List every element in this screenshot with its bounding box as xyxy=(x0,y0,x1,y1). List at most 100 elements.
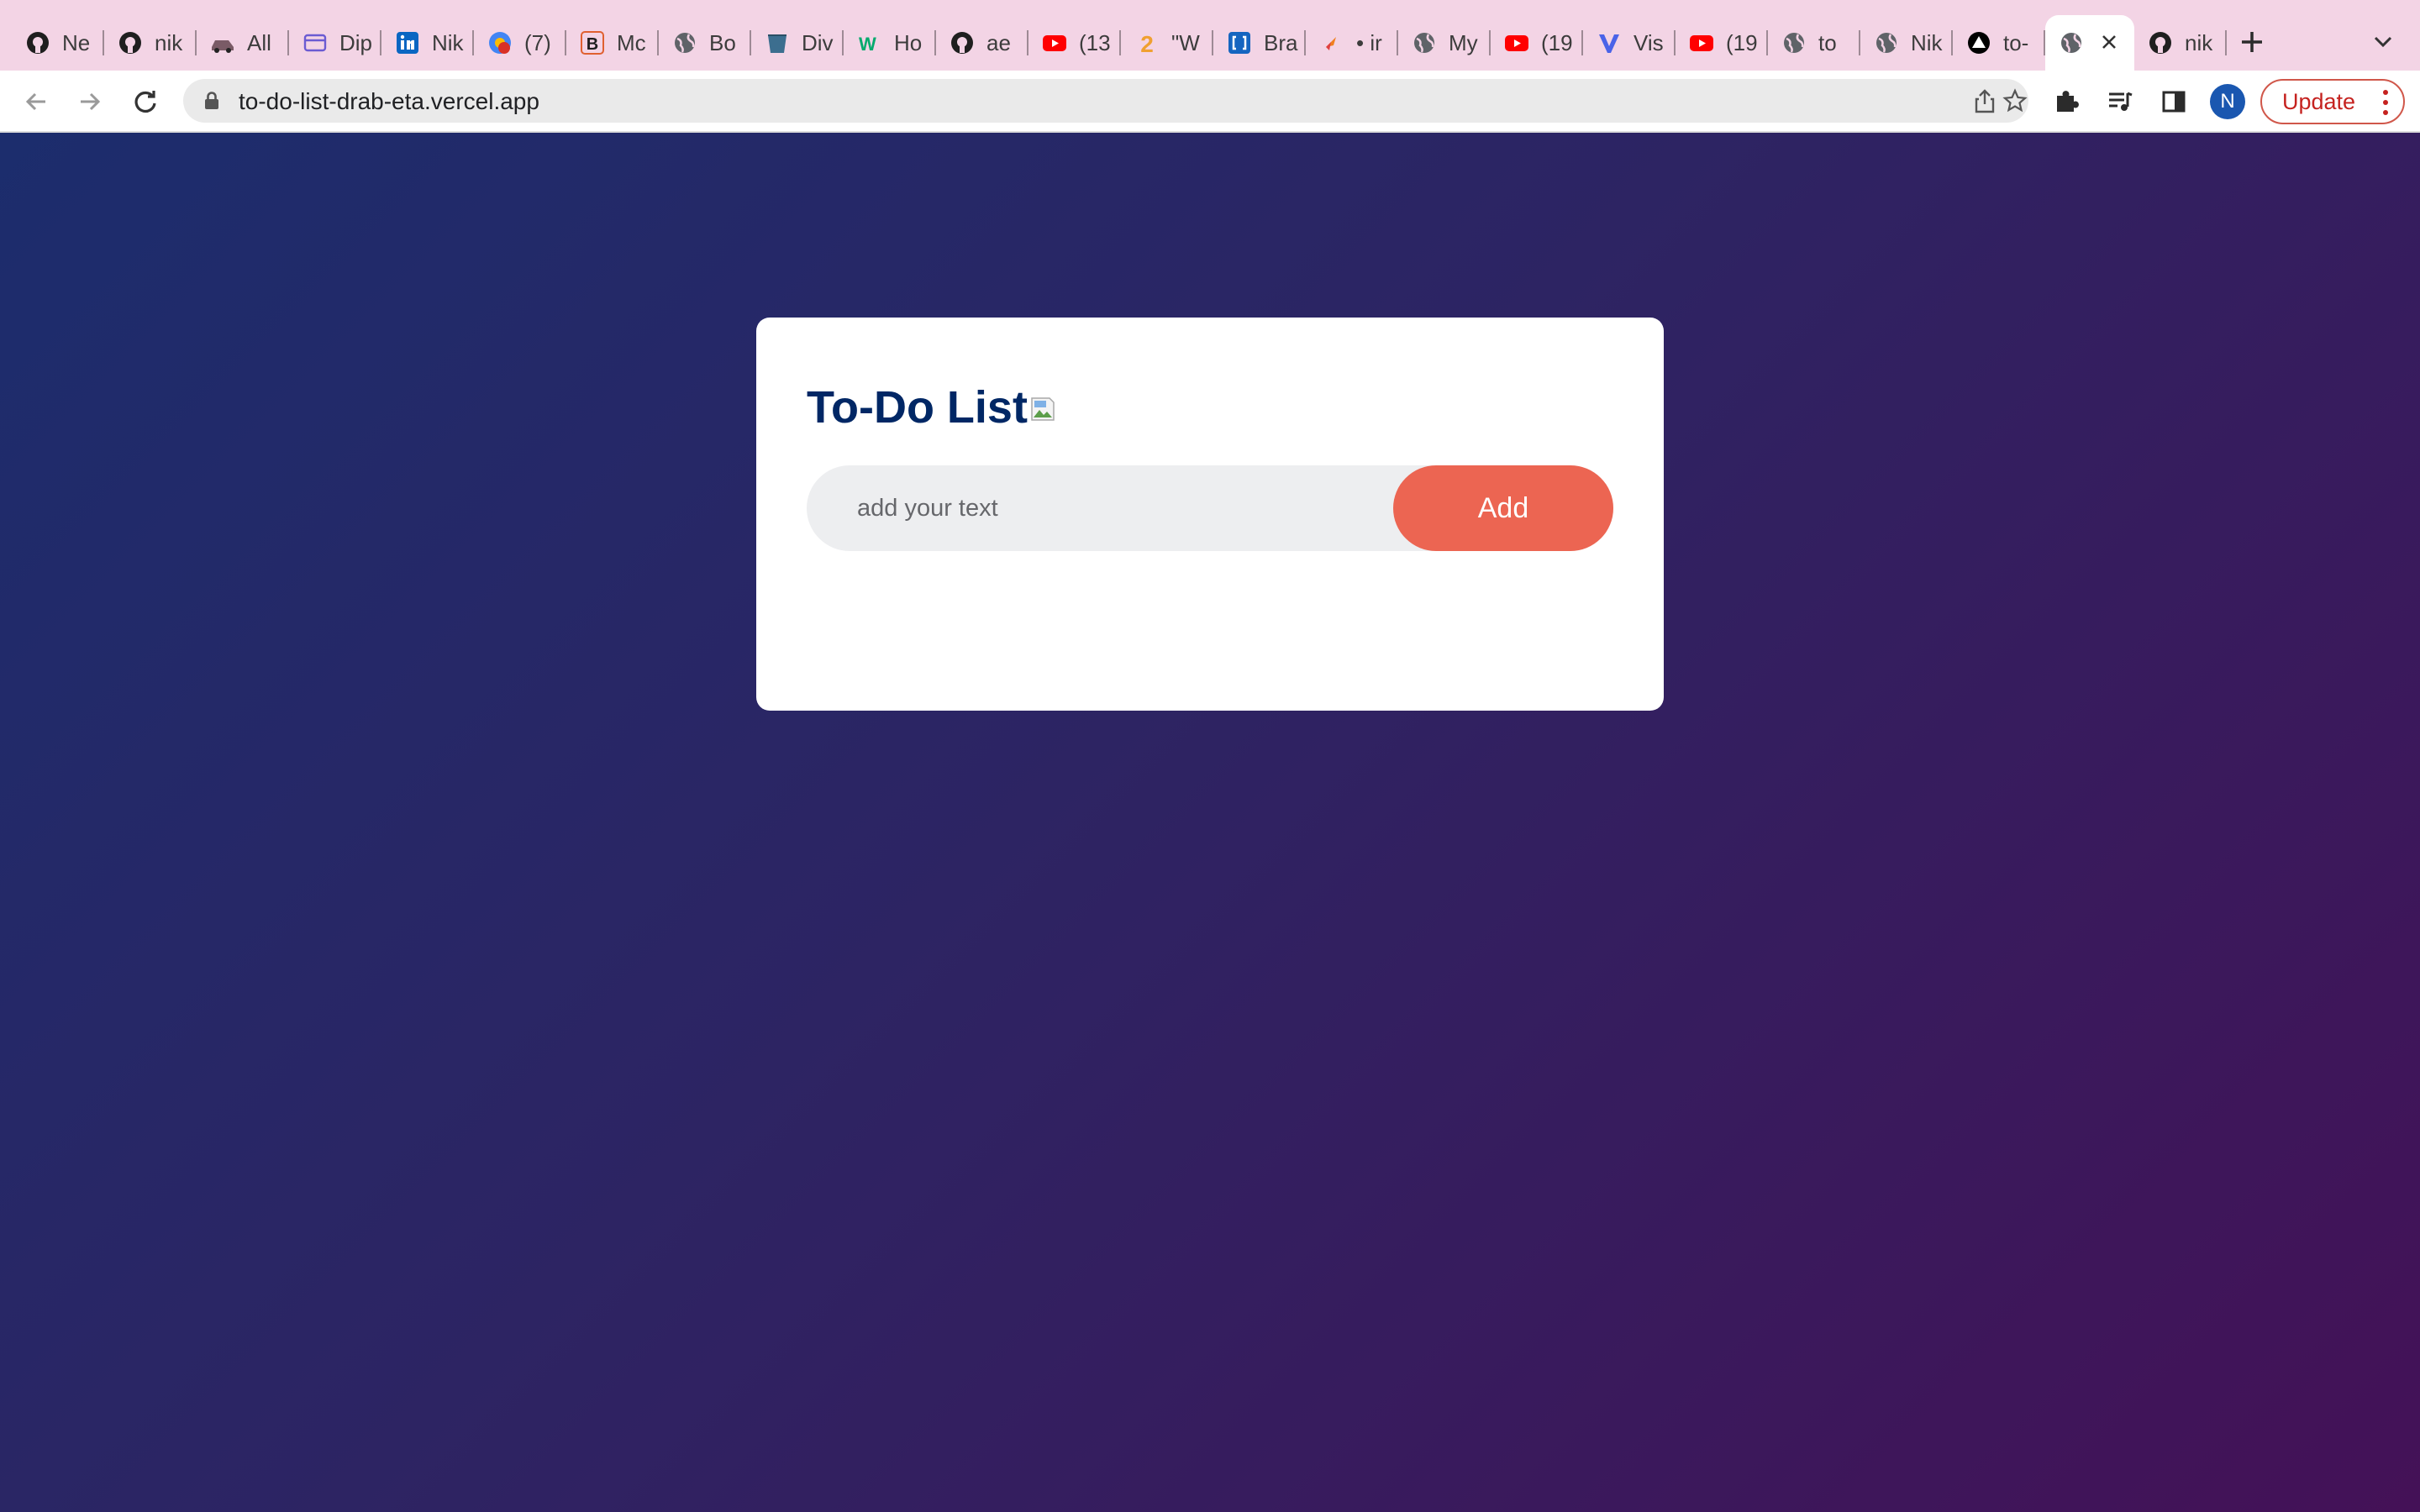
github-icon xyxy=(118,30,143,55)
tab-title: Div xyxy=(802,29,834,55)
tab-title: Ne xyxy=(62,29,91,55)
browser-tab[interactable]: All xyxy=(197,15,289,71)
globe-icon xyxy=(1412,30,1437,55)
tab-title: (19 xyxy=(1726,29,1758,55)
browser-tab-strip: Ne nik All Dip Nik (7) B Mc Bo Div W Ho ae (13 2 "W Bra •… xyxy=(0,0,2420,71)
tab-title: • ir xyxy=(1356,29,1382,55)
browser-tab[interactable]: My xyxy=(1398,15,1491,71)
browser-tab[interactable]: 2 "W xyxy=(1121,15,1213,71)
browser-tab[interactable]: (13 xyxy=(1028,15,1121,71)
browser-tab[interactable]: nik xyxy=(2134,15,2227,71)
bracket-icon xyxy=(1227,30,1252,55)
spark-icon xyxy=(1319,30,1344,55)
youtube-icon xyxy=(1689,30,1714,55)
url-text: to-do-list-drab-eta.vercel.app xyxy=(239,88,539,114)
tab-title: (13 xyxy=(1079,29,1111,55)
update-label: Update xyxy=(2282,88,2356,114)
tab-title: Dip xyxy=(339,29,373,55)
back-button[interactable] xyxy=(17,82,55,121)
notification-icon xyxy=(487,30,513,55)
tab-title: nik xyxy=(2185,29,2213,55)
address-bar[interactable]: to-do-list-drab-eta.vercel.app xyxy=(183,79,2028,123)
w3-icon: W xyxy=(857,30,882,55)
forward-button[interactable] xyxy=(71,82,109,121)
svg-text:W: W xyxy=(859,34,876,55)
plus-icon xyxy=(2242,32,2262,52)
profile-avatar[interactable]: N xyxy=(2210,84,2245,119)
linkedin-icon xyxy=(395,30,420,55)
v-icon xyxy=(1597,30,1622,55)
tab-title: "W xyxy=(1171,29,1200,55)
youtube-icon xyxy=(1042,30,1067,55)
browser-tab[interactable]: (7) xyxy=(474,15,566,71)
close-tab-button[interactable] xyxy=(2101,29,2118,57)
browser-tab[interactable]: Nik xyxy=(1860,15,1953,71)
arrow-right-icon xyxy=(81,92,101,111)
browser-tab[interactable]: Dip xyxy=(289,15,381,71)
browser-tab[interactable]: Div xyxy=(751,15,844,71)
globe-icon xyxy=(672,30,697,55)
globe-icon xyxy=(1781,30,1807,55)
browser-tab[interactable]: Bo xyxy=(659,15,751,71)
tab-title: (19 xyxy=(1541,29,1573,55)
tab-title: (7) xyxy=(524,29,551,55)
tab-list: Ne nik All Dip Nik (7) B Mc Bo Div W Ho ae (13 2 "W Bra •… xyxy=(12,15,2227,71)
tab-active[interactable] xyxy=(2045,15,2134,71)
browser-tab[interactable]: (19 xyxy=(1491,15,1583,71)
card-icon xyxy=(302,30,328,55)
page-title: To-Do List xyxy=(807,381,1056,433)
tab-title: Nik xyxy=(432,29,464,55)
bookmark-button[interactable] xyxy=(2000,86,2030,116)
todo-card: To-Do List Add xyxy=(756,318,1664,711)
browser-tab[interactable]: Vis xyxy=(1583,15,1676,71)
task-input-row: Add xyxy=(807,465,1613,551)
browser-toolbar: to-do-list-drab-eta.vercel.app N Update xyxy=(0,71,2420,133)
browser-tab[interactable]: (19 xyxy=(1676,15,1768,71)
github-icon xyxy=(950,30,975,55)
tab-title: to- xyxy=(2003,29,2029,55)
vercel-icon xyxy=(1966,30,1991,55)
tab-title: My xyxy=(1449,29,1478,55)
title-text: To-Do List xyxy=(807,382,1028,433)
github-icon xyxy=(2148,30,2173,55)
broken-image-icon xyxy=(1031,397,1055,421)
more-vertical-icon xyxy=(2383,90,2388,115)
reload-icon xyxy=(134,91,156,113)
share-icon xyxy=(1975,89,1995,113)
tab-title: Bra xyxy=(1264,29,1298,55)
extensions-button[interactable] xyxy=(2049,84,2084,119)
globe-icon xyxy=(1874,30,1899,55)
browser-tab[interactable]: Ne xyxy=(12,15,104,71)
browser-tab[interactable]: nik xyxy=(104,15,197,71)
reading-list-button[interactable] xyxy=(2102,84,2138,119)
browser-tab[interactable]: Bra xyxy=(1213,15,1306,71)
browser-tab[interactable]: Nik xyxy=(381,15,474,71)
star-icon xyxy=(2002,88,2028,113)
tab-search-button[interactable] xyxy=(2368,25,2398,59)
task-input[interactable] xyxy=(807,465,1412,551)
browser-tab[interactable]: W Ho xyxy=(844,15,936,71)
update-button[interactable]: Update xyxy=(2260,79,2405,124)
tab-title: All xyxy=(247,29,271,55)
chevron-down-icon xyxy=(2374,36,2392,48)
car-icon xyxy=(210,30,235,55)
browser-tab[interactable]: • ir xyxy=(1306,15,1398,71)
bucket-icon xyxy=(765,30,790,55)
tab-title: Bo xyxy=(709,29,736,55)
b-icon: B xyxy=(580,30,605,55)
side-panel-icon xyxy=(2162,91,2186,113)
browser-tab[interactable]: B Mc xyxy=(566,15,659,71)
share-button[interactable] xyxy=(1970,86,2000,116)
tab-title: Vis xyxy=(1634,29,1664,55)
reload-button[interactable] xyxy=(126,82,165,121)
new-tab-button[interactable] xyxy=(2235,18,2269,66)
tab-title: nik xyxy=(155,29,183,55)
browser-tab[interactable]: ae xyxy=(936,15,1028,71)
tab-title: to xyxy=(1818,29,1837,55)
add-button[interactable]: Add xyxy=(1393,465,1613,551)
browser-tab[interactable]: to xyxy=(1768,15,1860,71)
browser-tab[interactable]: to- xyxy=(1953,15,2045,71)
page-viewport: To-Do List Add xyxy=(0,133,2420,1512)
side-panel-button[interactable] xyxy=(2156,84,2191,119)
arrow-left-icon xyxy=(25,92,45,111)
